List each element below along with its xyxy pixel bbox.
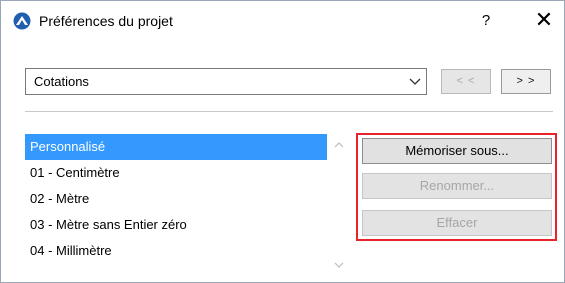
list-item[interactable]: 01 - Centimètre: [25, 160, 327, 186]
list-item[interactable]: 03 - Mètre sans Entier zéro: [25, 212, 327, 238]
chevron-down-icon: [408, 74, 422, 88]
previous-page-button[interactable]: < <: [441, 69, 491, 94]
category-dropdown-value: Cotations: [34, 74, 89, 89]
close-button[interactable]: ✕: [529, 7, 559, 35]
help-button[interactable]: ?: [471, 7, 501, 35]
list-item[interactable]: 04 - Millimètre: [25, 238, 327, 264]
title-bar: Préférences du projet ? ✕: [1, 1, 564, 41]
list-item[interactable]: Personnalisé: [25, 134, 327, 160]
chevron-up-icon[interactable]: [333, 138, 345, 148]
save-as-button[interactable]: Mémoriser sous...: [362, 138, 552, 164]
list-scrollbar[interactable]: [327, 134, 351, 274]
next-page-button[interactable]: > >: [501, 69, 551, 94]
list-item[interactable]: 02 - Mètre: [25, 186, 327, 212]
separator: [25, 111, 553, 112]
chevron-down-icon[interactable]: [333, 258, 345, 268]
delete-button[interactable]: Effacer: [362, 210, 552, 236]
dialog-title: Préférences du projet: [39, 13, 173, 29]
rename-button[interactable]: Renommer...: [362, 173, 552, 199]
presets-list[interactable]: Personnalisé 01 - Centimètre 02 - Mètre …: [25, 134, 351, 274]
preferences-dialog: Préférences du projet ? ✕ Cotations < < …: [0, 0, 565, 283]
category-dropdown[interactable]: Cotations: [25, 68, 427, 95]
archicad-app-icon: [13, 12, 31, 30]
